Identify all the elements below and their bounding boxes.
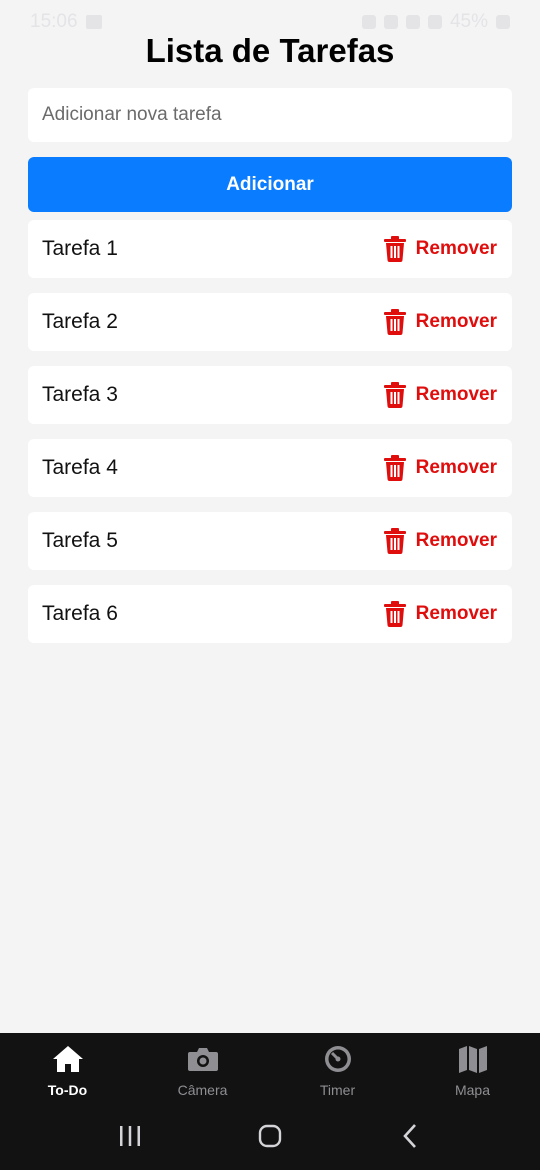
gallery-notification-icon <box>85 15 102 29</box>
recent-apps-icon <box>120 1126 140 1146</box>
remove-label: Remover <box>415 603 497 624</box>
map-icon <box>457 1044 489 1082</box>
task-item: Tarefa 4 Remover <box>28 439 512 497</box>
bottom-tab-bar: To-Do Câmera Timer Mapa <box>0 1033 540 1170</box>
tab-label: Timer <box>319 1082 356 1098</box>
remove-label: Remover <box>415 457 497 478</box>
battery-icon <box>496 15 510 29</box>
home-nav-icon <box>258 1124 282 1148</box>
remove-task-button[interactable]: Remover <box>383 309 497 335</box>
status-left: 15:06 <box>30 11 102 33</box>
remove-task-button[interactable]: Remover <box>383 236 497 262</box>
remove-task-button[interactable]: Remover <box>383 601 497 627</box>
task-item: Tarefa 1 Remover <box>28 220 512 278</box>
task-item: Tarefa 6 Remover <box>28 585 512 643</box>
tab-label: To-Do <box>47 1082 88 1098</box>
trash-icon <box>383 309 406 335</box>
task-text: Tarefa 3 <box>42 383 118 406</box>
tab-label: Câmera <box>177 1082 228 1098</box>
alarm-icon <box>361 15 376 29</box>
remove-label: Remover <box>415 384 497 405</box>
task-item: Tarefa 2 Remover <box>28 293 512 351</box>
signal-icon <box>427 15 442 29</box>
task-text: Tarefa 4 <box>42 456 118 479</box>
trash-icon <box>383 382 406 408</box>
remove-label: Remover <box>415 238 497 259</box>
tabs: To-Do Câmera Timer Mapa <box>0 1033 540 1111</box>
task-text: Tarefa 2 <box>42 310 118 333</box>
trash-icon <box>383 601 406 627</box>
trash-icon <box>383 455 406 481</box>
task-text: Tarefa 1 <box>42 237 118 260</box>
system-nav-bar <box>0 1111 540 1161</box>
task-text: Tarefa 6 <box>42 602 118 625</box>
add-task-button[interactable]: Adicionar <box>28 157 512 212</box>
recent-apps-button[interactable] <box>110 1121 150 1151</box>
status-time: 15:06 <box>30 11 78 32</box>
back-icon <box>403 1124 416 1148</box>
tab-timer[interactable]: Timer <box>270 1033 405 1111</box>
remove-label: Remover <box>415 311 497 332</box>
remove-label: Remover <box>415 530 497 551</box>
task-text: Tarefa 5 <box>42 529 118 552</box>
tab-label: Mapa <box>454 1082 491 1098</box>
back-nav-button[interactable] <box>390 1121 430 1151</box>
home-icon <box>52 1044 84 1082</box>
remove-task-button[interactable]: Remover <box>383 455 497 481</box>
tab-map[interactable]: Mapa <box>405 1033 540 1111</box>
camera-icon <box>187 1044 219 1082</box>
trash-icon <box>383 528 406 554</box>
page-title: Lista de Tarefas <box>145 32 395 69</box>
tab-camera[interactable]: Câmera <box>135 1033 270 1111</box>
timer-icon <box>322 1044 354 1082</box>
task-item: Tarefa 3 Remover <box>28 366 512 424</box>
new-task-input[interactable] <box>28 88 512 142</box>
task-list: Tarefa 1 Remover Tarefa 2 Remover Tarefa 3 Re… <box>28 220 512 658</box>
trash-icon <box>383 236 406 262</box>
task-item: Tarefa 5 Remover <box>28 512 512 570</box>
remove-task-button[interactable]: Remover <box>383 528 497 554</box>
battery-level: 45% <box>449 11 488 32</box>
remove-task-button[interactable]: Remover <box>383 382 497 408</box>
home-nav-button[interactable] <box>250 1121 290 1151</box>
mute-icon <box>383 15 398 29</box>
status-right: 45% <box>361 11 510 33</box>
tab-home[interactable]: To-Do <box>0 1033 135 1111</box>
wifi-icon <box>405 15 420 29</box>
